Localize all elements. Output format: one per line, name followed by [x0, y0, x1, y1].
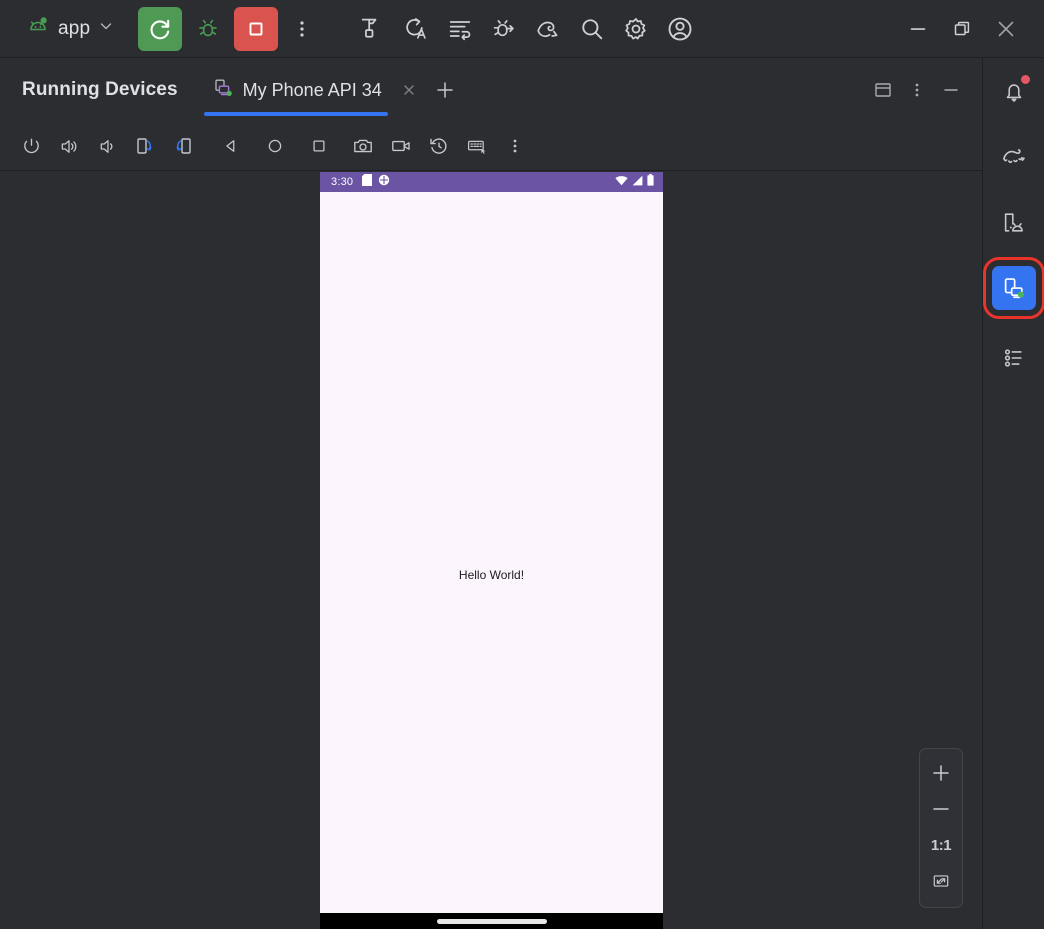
battery-icon [647, 173, 654, 191]
device-history-button[interactable] [420, 127, 458, 165]
window-minimize-button[interactable] [896, 7, 940, 51]
actual-size-button[interactable]: 1:1 [922, 827, 960, 863]
gesture-pill[interactable] [436, 919, 547, 924]
run-configuration-label: app [58, 17, 91, 39]
device-control-toolbar [0, 122, 982, 171]
status-bar-right-icons [615, 173, 654, 191]
main-toolbar: app [0, 0, 1044, 58]
hello-world-text: Hello World! [458, 568, 525, 582]
cellular-signal-icon [632, 173, 643, 191]
tab-active-underline [203, 112, 388, 116]
search-button[interactable] [570, 7, 614, 51]
panel-title: Running Devices [22, 79, 178, 100]
device-more-button[interactable] [496, 127, 534, 165]
zoom-in-button[interactable] [922, 755, 960, 791]
window-close-button[interactable] [984, 7, 1028, 51]
build-button[interactable] [350, 7, 394, 51]
stop-button[interactable] [234, 6, 279, 51]
run-configuration-selector[interactable]: app [18, 11, 122, 47]
zoom-out-button[interactable] [922, 791, 960, 827]
status-bar-time: 3:30 [331, 176, 354, 188]
settings-button[interactable] [614, 7, 658, 51]
sidebar-gradle[interactable] [992, 134, 1036, 178]
device-canvas: 3:30 Hello World! 1:1 [0, 171, 982, 929]
tab-my-phone-api-34[interactable]: My Phone API 34 [203, 58, 388, 122]
debug-button[interactable] [186, 7, 230, 51]
volume-up-button[interactable] [50, 127, 88, 165]
sidebar-running-devices[interactable] [982, 257, 1044, 319]
sidebar-device-manager[interactable] [992, 200, 1036, 244]
status-bar-left-icons [362, 173, 390, 191]
panel-options-button[interactable] [900, 73, 934, 107]
device-mirror-screen[interactable]: 3:30 Hello World! [320, 172, 663, 929]
notification-badge [1020, 75, 1030, 84]
fit-to-screen-button[interactable] [922, 863, 960, 899]
running-devices-panel-header: Running Devices My Phone API 34 [0, 58, 982, 122]
wifi-icon [615, 173, 628, 191]
android-robot-icon [26, 14, 50, 43]
chevron-down-icon [98, 18, 114, 39]
run-button[interactable] [138, 6, 183, 51]
more-actions-button[interactable] [280, 7, 324, 51]
device-status-bar: 3:30 [320, 172, 663, 192]
actual-size-label: 1:1 [930, 836, 952, 854]
tab-label: My Phone API 34 [242, 79, 382, 100]
app-content-area[interactable]: Hello World! [320, 192, 663, 913]
apply-code-changes-button[interactable] [438, 7, 482, 51]
device-navigation-bar [320, 913, 663, 929]
apply-changes-button[interactable] [394, 7, 438, 51]
sd-card-icon [362, 173, 373, 191]
screenshot-button[interactable] [344, 127, 382, 165]
rotate-right-button[interactable] [164, 127, 202, 165]
device-tabs: My Phone API 34 [203, 58, 460, 122]
sidebar-logcat[interactable] [992, 336, 1036, 380]
volume-down-button[interactable] [88, 127, 126, 165]
profiler-button[interactable] [526, 7, 570, 51]
sidebar-notifications[interactable] [992, 70, 1036, 114]
zoom-control-panel: 1:1 [919, 748, 963, 908]
back-button[interactable] [212, 127, 250, 165]
android-studio-window: app Running Devices My Phone API 34 3:30… [0, 0, 1044, 929]
rotate-left-button[interactable] [126, 127, 164, 165]
power-button[interactable] [12, 127, 50, 165]
debug-attach-button[interactable] [482, 7, 526, 51]
account-button[interactable] [658, 7, 702, 51]
hardware-input-button[interactable] [458, 127, 496, 165]
screen-record-button[interactable] [382, 127, 420, 165]
home-button[interactable] [256, 127, 294, 165]
hide-panel-button[interactable] [934, 73, 968, 107]
add-device-tab-button[interactable] [430, 75, 460, 105]
debug-circle-icon [378, 173, 390, 191]
right-tool-sidebar [982, 58, 1044, 929]
overview-button[interactable] [300, 127, 338, 165]
device-mirror-icon [212, 77, 234, 104]
layout-settings-button[interactable] [866, 73, 900, 107]
tab-close-icon[interactable] [398, 79, 420, 101]
window-restore-button[interactable] [940, 7, 984, 51]
